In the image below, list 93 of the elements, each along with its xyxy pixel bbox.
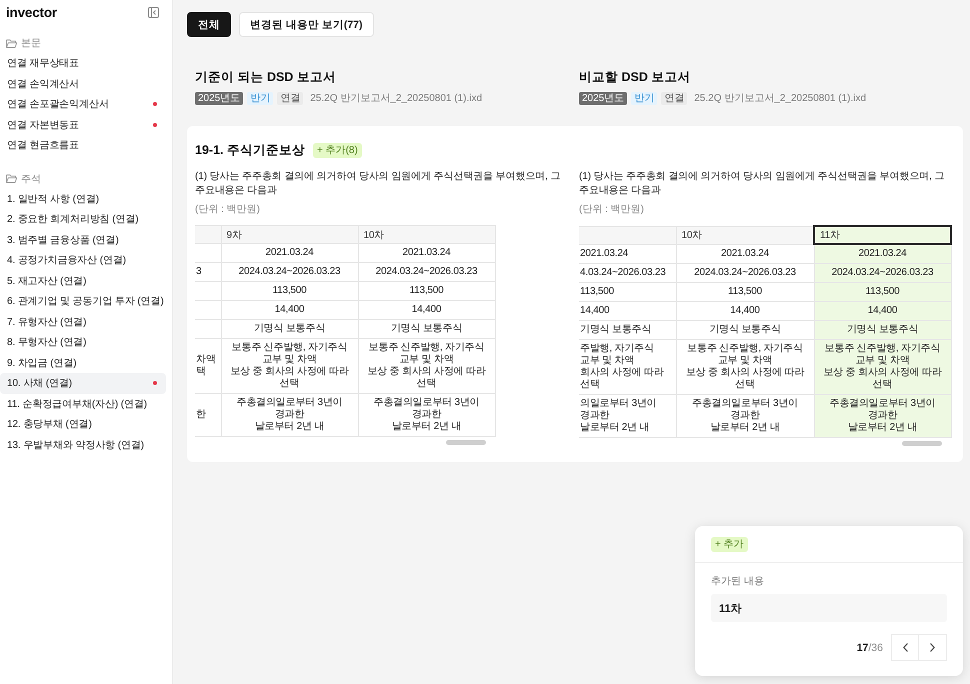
table-cell: 기명식 보통주식 xyxy=(221,320,358,338)
sidebar-item[interactable]: 1. 일반적 사항 (연결) xyxy=(0,188,166,209)
section-title: 주석 xyxy=(21,172,41,186)
table-cell: 113,500 xyxy=(676,282,814,302)
table-cell: 보통주 신주발행, 자기주식 교부 및 차액 보상 중 회사의 사정에 따라 선택 xyxy=(221,338,358,394)
table-cell: 2021.03.24 xyxy=(814,244,951,264)
table-cell: 기명식 보통주식 xyxy=(676,320,814,340)
previous-page-button[interactable] xyxy=(891,634,919,661)
report-heading: 기준이 되는 DSD 보고서 xyxy=(195,70,336,85)
table-cell: 14,400 xyxy=(358,300,495,320)
chevron-right-icon xyxy=(930,643,935,652)
sidebar-item[interactable]: 2. 중요한 회계처리방침 (연결) xyxy=(0,209,166,230)
note-title: 19-1. 주식기준보상 xyxy=(195,142,305,159)
sidebar-item[interactable]: 연결 손익계산서 xyxy=(0,74,166,94)
table-cell: 4.03.24~2026.03.23 xyxy=(579,264,676,282)
table-cell: 113,500 xyxy=(579,282,676,302)
chevron-left-icon xyxy=(902,643,908,652)
table-cell: 113,500 xyxy=(814,282,951,302)
table-cell: 14,400 xyxy=(676,302,814,320)
table-cell: 113,500 xyxy=(358,282,495,300)
table-cell: 한 xyxy=(195,394,221,436)
sidebar-item[interactable]: 5. 재고자산 (연결) xyxy=(0,270,166,291)
period-tag: 반기 xyxy=(247,92,274,104)
table-cell: 보통주 신주발행, 자기주식 교부 및 차액 보상 중 회사의 사정에 따라 선택 xyxy=(814,340,951,394)
table-cell: 3 xyxy=(195,262,221,282)
table-cell: 14,400 xyxy=(579,302,676,320)
table-cell: 주발행, 자기주식 교부 및 차액 회사의 사정에 따라 선택 xyxy=(579,340,676,394)
sidebar-item[interactable]: 6. 관계기업 및 공동기업 투자 (연결) xyxy=(0,291,166,312)
table-cell: 2024.03.24~2026.03.23 xyxy=(814,264,951,282)
added-badge: + 추가 xyxy=(711,537,748,552)
scope-tag: 연결 xyxy=(661,92,688,104)
sidebar-item[interactable]: 8. 무형자산 (연결) xyxy=(0,332,166,352)
note-paragraph: (1) 당사는 주주총회 결의에 의거하여 당사의 임원에게 주식선택권을 부여했으며, 그 주요내용은 다음과 xyxy=(579,170,946,198)
table-cell: 기명식 보통주식 xyxy=(358,320,495,338)
column-header: 10차 xyxy=(358,226,495,244)
unit-label: (단위 : 백만원) xyxy=(195,203,261,216)
unit-label: (단위 : 백만원) xyxy=(579,203,645,216)
sidebar-item[interactable]: 연결 자본변동표 xyxy=(0,114,166,135)
horizontal-scrollbar-thumb[interactable] xyxy=(902,441,942,446)
sidebar-item[interactable]: 11. 순확정급여부채(자산) (연결) xyxy=(0,394,166,414)
sidebar-item[interactable]: 연결 재무상태표 xyxy=(0,53,166,74)
filter-tab[interactable]: 변경된 내용만 보기(77) xyxy=(239,12,374,37)
file-name: 25.2Q 반기보고서_2_20250801 (1).ixd xyxy=(694,92,866,105)
filter-tab[interactable]: 전체 xyxy=(187,12,231,37)
sidebar-item[interactable]: 4. 공정가치금융자산 (연결) xyxy=(0,250,166,270)
sidebar-item[interactable]: 연결 손포괄손익계산서 xyxy=(0,94,166,114)
table-cell: 113,500 xyxy=(221,282,358,300)
folder-icon xyxy=(6,38,17,48)
sidebar-item[interactable]: 12. 충당부채 (연결) xyxy=(0,414,166,434)
table-cell: 주총결의일로부터 3년이 경과한 날로부터 2년 내 xyxy=(221,394,358,436)
table-cell: 기명식 보통주식 xyxy=(579,320,676,340)
table-cell: 2021.03.24 xyxy=(358,244,495,262)
field-label: 추가된 내용 xyxy=(711,575,765,588)
sidebar-item[interactable]: 10. 사채 (연결) xyxy=(0,373,166,394)
table-cell: 2024.03.24~2026.03.23 xyxy=(676,264,814,282)
table-cell: 14,400 xyxy=(221,300,358,320)
scope-tag: 연결 xyxy=(277,92,304,104)
year-tag: 2025년도 xyxy=(195,92,244,104)
column-header: 11차 xyxy=(814,226,951,244)
table-cell: 기명식 보통주식 xyxy=(814,320,951,340)
sidebar-item[interactable]: 9. 차입금 (연결) xyxy=(0,352,166,373)
table-cell: 2024.03.24~2026.03.23 xyxy=(358,262,495,282)
report-heading: 비교할 DSD 보고서 xyxy=(579,70,690,85)
added-content-value: 11차 xyxy=(711,594,947,622)
table-cell: 보통주 신주발행, 자기주식 교부 및 차액 보상 중 회사의 사정에 따라 선택 xyxy=(358,338,495,394)
table-cell: 차액 택 xyxy=(195,338,221,394)
year-tag: 2025년도 xyxy=(579,92,628,104)
sidebar-item[interactable]: 7. 유형자산 (연결) xyxy=(0,312,166,332)
sidebar-item[interactable]: 3. 범주별 금융상품 (연결) xyxy=(0,230,166,250)
file-name: 25.2Q 반기보고서_2_20250801 (1).ixd xyxy=(310,92,482,105)
sidebar-item[interactable]: 13. 우발부채와 약정사항 (연결) xyxy=(0,434,166,455)
table-cell: 2021.03.24 xyxy=(221,244,358,262)
table-cell: 의일로부터 3년이 경과한 날로부터 2년 내 xyxy=(579,394,676,438)
added-count-badge: + 추가(8) xyxy=(312,143,362,158)
section-title: 본문 xyxy=(21,37,41,50)
table-cell: 주총결의일로부터 3년이 경과한 날로부터 2년 내 xyxy=(814,394,951,438)
table-cell: 2021.03.24 xyxy=(579,244,676,264)
table-cell: 14,400 xyxy=(814,302,951,320)
table-cell: 주총결의일로부터 3년이 경과한 날로부터 2년 내 xyxy=(358,394,495,436)
note-paragraph: (1) 당사는 주주총회 결의에 의거하여 당사의 임원에게 주식선택권을 부여했으며, 그 주요내용은 다음과 xyxy=(195,170,562,198)
collapse-sidebar-icon[interactable] xyxy=(148,7,159,18)
next-page-button[interactable] xyxy=(919,634,947,661)
folder-icon xyxy=(6,174,17,183)
column-header: 9차 xyxy=(221,226,358,244)
sidebar-item[interactable]: 연결 현금흐름표 xyxy=(0,135,166,156)
table-cell: 주총결의일로부터 3년이 경과한 날로부터 2년 내 xyxy=(676,394,814,438)
horizontal-scrollbar-thumb[interactable] xyxy=(446,440,486,445)
table-cell: 2024.03.24~2026.03.23 xyxy=(221,262,358,282)
period-tag: 반기 xyxy=(631,92,658,104)
page-indicator: 17/36 xyxy=(856,642,883,654)
table-cell: 2021.03.24 xyxy=(676,244,814,264)
app-logo: invector xyxy=(6,5,57,20)
table-cell: 보통주 신주발행, 자기주식 교부 및 차액 보상 중 회사의 사정에 따라 선택 xyxy=(676,340,814,394)
